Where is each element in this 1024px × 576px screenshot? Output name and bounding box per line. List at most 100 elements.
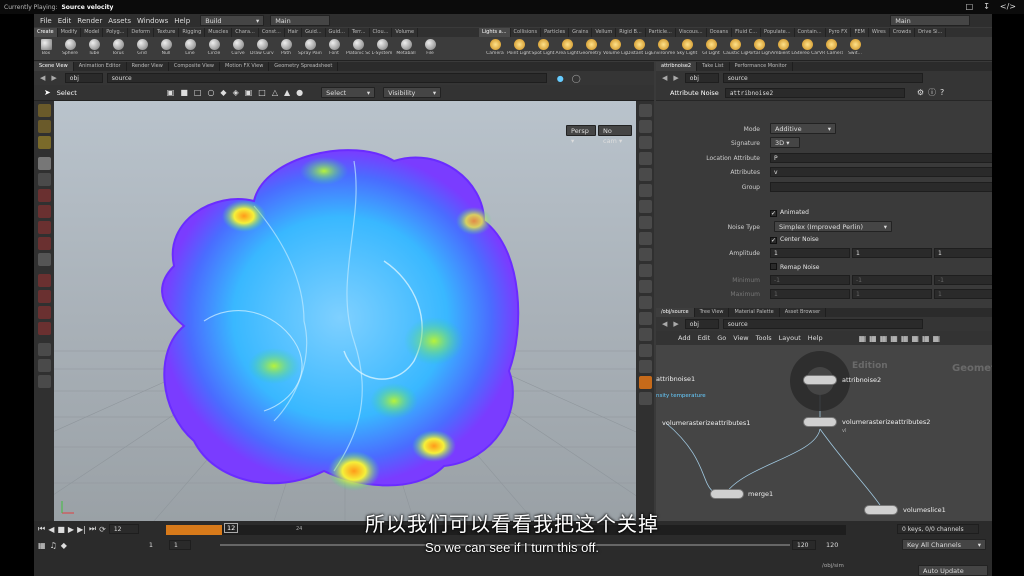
pin-icon[interactable]: ● [557,74,564,83]
net-back-icon[interactable]: ◀ [662,320,667,328]
location-attribute-field[interactable]: P [770,153,992,163]
display-option-icon-4[interactable] [638,152,652,165]
light-tool-1[interactable]: Point Light [507,37,531,61]
display-option-icon-10[interactable] [638,248,652,261]
display-option-icon-11[interactable] [638,264,652,277]
net-menu-view[interactable]: View [733,334,748,342]
net-menu-add[interactable]: Add [678,334,691,342]
display-option-icon-13[interactable] [638,296,652,309]
maximum-y-field[interactable]: 1 [852,289,932,299]
prim-snap-icon[interactable] [37,306,51,319]
network-view-icons[interactable]: ▦▦▦▦▦▦▦▦ [859,334,943,343]
path-obj[interactable]: obj [64,73,103,83]
tab-attribnoise2[interactable]: attribnoise2 [656,62,698,71]
node-attribnoise2[interactable] [803,375,837,385]
create-tool-5[interactable]: Null [154,37,178,61]
center-noise-checkbox[interactable]: ✓ Center Noise [770,236,819,244]
render-snapshot-icon[interactable] [638,376,652,389]
node-merge1[interactable] [710,489,744,499]
create-tool-3[interactable]: Torus [106,37,130,61]
minimum-x-field[interactable]: -1 [770,275,850,285]
create-tool-16[interactable]: File [418,37,442,61]
menu-assets[interactable]: Assets [108,17,131,25]
net-menu-tools[interactable]: Tools [756,334,772,342]
selection-mode-icons[interactable]: ▣■□○◆◈▣□△▲● [167,88,309,97]
brush-tool-icon[interactable] [37,359,51,372]
download-icon[interactable]: ↧ [983,2,990,11]
create-tool-8[interactable]: Curve [226,37,250,61]
bookmark-icon[interactable]: □ [966,2,974,11]
attributes-field[interactable]: v [770,167,992,177]
tool-icon-2[interactable] [37,120,51,133]
group-field[interactable] [770,182,992,192]
link-icon[interactable]: ◯ [572,74,581,83]
back-arrow-icon[interactable]: ◀ [40,74,45,82]
rotate-tool-icon[interactable] [37,237,51,250]
persp-dropdown[interactable]: Persp ▾ [566,125,596,145]
net-menu-edit[interactable]: Edit [698,334,711,342]
animated-checkbox[interactable]: ✓ Animated [770,209,809,217]
path-source[interactable]: source [106,73,547,83]
view-tool-icon[interactable] [37,253,51,266]
create-tool-2[interactable]: Tube [82,37,106,61]
display-option-icon-5[interactable] [638,168,652,181]
create-tool-6[interactable]: Line [178,37,202,61]
amplitude-y-field[interactable]: 1 [852,248,932,258]
create-tool-10[interactable]: Path [274,37,298,61]
handle-tool-icon[interactable] [37,189,51,202]
light-tool-7[interactable]: Environment Light [651,37,675,61]
tab-motion-fx-view[interactable]: Motion FX View [220,62,270,71]
parm-path-source[interactable]: source [722,73,923,83]
display-option-icon-6[interactable] [638,184,652,197]
display-option-icon-2[interactable] [638,120,652,133]
create-tool-12[interactable]: Font [322,37,346,61]
light-tool-15[interactable]: Swit... [843,37,867,61]
display-option-icon-9[interactable] [638,232,652,245]
tab-geometry-spreadsheet[interactable]: Geometry Spreadsheet [269,62,339,71]
node-name-field[interactable]: attribnoise2 [724,87,905,98]
net-path-source[interactable]: source [722,319,923,329]
desktop-dropdown[interactable]: Main [270,15,331,26]
create-tool-4[interactable]: Grid [130,37,154,61]
select-mode-dropdown[interactable]: Select ▾ [321,87,376,98]
scale-tool-icon[interactable] [37,221,51,234]
tab-take-list[interactable]: Take List [697,62,730,71]
menu-help[interactable]: Help [174,17,190,25]
tab-asset-browser[interactable]: Asset Browser [780,308,827,317]
amplitude-x-field[interactable]: 1 [770,248,850,258]
grid-snap-icon[interactable] [37,290,51,303]
create-tool-15[interactable]: Metaball [394,37,418,61]
menu-render[interactable]: Render [77,17,102,25]
create-tool-14[interactable]: L-System [370,37,394,61]
magnet-icon[interactable] [37,322,51,335]
tab-scene-view[interactable]: Scene View [34,62,74,71]
parm-path-obj[interactable]: obj [684,73,719,83]
auto-update-dropdown[interactable]: Auto Update [918,565,988,576]
visibility-dropdown[interactable]: Visibility ▾ [383,87,442,98]
menu-edit[interactable]: Edit [58,17,72,25]
scene-viewport[interactable]: Persp ▾ No cam ▾ [54,101,636,521]
tab-tree-view[interactable]: Tree View [695,308,730,317]
right-desktop-dropdown[interactable]: Main [890,15,971,26]
net-menu-layout[interactable]: Layout [779,334,801,342]
parm-forward-icon[interactable]: ▶ [673,74,678,82]
net-menu-go[interactable]: Go [717,334,726,342]
amplitude-z-field[interactable]: 1 [934,248,992,258]
display-option-icon-14[interactable] [638,312,652,325]
light-tool-12[interactable]: Ambient Light [771,37,795,61]
embed-icon[interactable]: </> [1000,2,1016,11]
display-option-icon-3[interactable] [638,136,652,149]
display-option-icon-8[interactable] [638,216,652,229]
minimum-z-field[interactable]: -1 [934,275,992,285]
camera-dropdown[interactable]: No cam ▾ [598,125,632,145]
light-tool-13[interactable]: Stereo Camera [795,37,819,61]
display-option-icon-7[interactable] [638,200,652,213]
light-tool-9[interactable]: GI Light [699,37,723,61]
light-tool-2[interactable]: Spot Light [531,37,555,61]
display-option-icon-12[interactable] [638,280,652,293]
tab-composite-view[interactable]: Composite View [169,62,220,71]
light-tool-3[interactable]: Area Light [555,37,579,61]
select-tool-icon[interactable] [37,157,51,170]
mode-dropdown[interactable]: Additive ▾ [770,123,836,134]
snap-icon[interactable] [37,274,51,287]
